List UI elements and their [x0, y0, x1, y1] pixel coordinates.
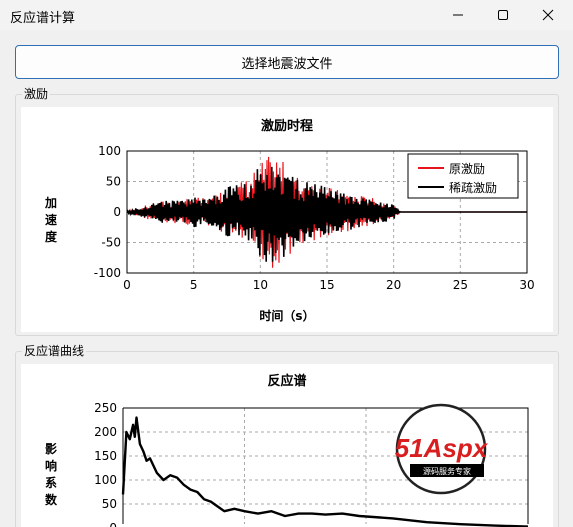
excitation-group: 激励 激励时程 0 5 10 15 20 25 30 100 50 0 -50 -100 原激励 稀疏… [15, 86, 559, 336]
window-title: 反应谱计算 [10, 11, 76, 26]
spectrum-chart: 反应谱 250 200 150 100 50 0 51Aspx 源码服务专家 影响系数 [21, 364, 553, 527]
excitation-xlabel-wrap: 时间（s） [21, 307, 553, 324]
y-tick-label: 100 [98, 144, 121, 158]
y-tick-label: 0 [113, 205, 121, 219]
x-tick-label: 10 [253, 278, 268, 292]
x-tick-label: 5 [190, 278, 198, 292]
y-tick-label: -100 [94, 266, 121, 280]
y-tick-label: 50 [106, 175, 121, 189]
y-tick-label: 250 [94, 401, 117, 415]
excitation-chart-title: 激励时程 [261, 118, 313, 134]
spectrum-tick-labels: 250 200 150 100 50 0 [94, 401, 117, 527]
y-tick-label: 150 [94, 449, 117, 463]
legend-label-original: 原激励 [449, 162, 485, 176]
y-tick-label: 100 [94, 473, 117, 487]
minimize-button[interactable] [435, 0, 481, 30]
legend-label-sparse: 稀疏激励 [449, 180, 497, 195]
x-tick-label: 30 [519, 278, 534, 292]
y-tick-label: 50 [102, 497, 117, 511]
close-icon [542, 9, 554, 21]
maximize-button[interactable] [480, 0, 526, 30]
excitation-xlabel: 时间（s） [259, 309, 315, 323]
watermark-tagline: 源码服务专家 [423, 466, 471, 476]
excitation-legend: 原激励 稀疏激励 [407, 153, 519, 199]
y-tick-label: -50 [101, 236, 121, 250]
maximize-icon [498, 10, 508, 20]
y-tick-label: 200 [94, 425, 117, 439]
watermark-brand: 51Aspx [395, 433, 489, 463]
spectrum-group: 反应谱曲线 反应谱 250 200 150 100 50 0 51Aspx 源码服务专家 … [15, 343, 559, 527]
minimize-icon [453, 14, 463, 16]
excitation-plot: 激励时程 0 5 10 15 20 25 30 100 50 0 -50 -100 原激励 稀疏激励 [94, 118, 535, 292]
x-tick-label: 25 [453, 278, 468, 292]
spectrum-ylabel: 影响系数 [44, 442, 57, 507]
select-seismic-file-label: 选择地震波文件 [241, 56, 333, 72]
select-seismic-file-button[interactable]: 选择地震波文件 [15, 45, 559, 79]
x-tick-label: 20 [386, 278, 401, 292]
close-button[interactable] [525, 0, 571, 30]
excitation-ylabel: 加速度 [44, 196, 57, 244]
title-bar: 反应谱计算 [0, 0, 573, 30]
x-tick-label: 0 [123, 278, 131, 292]
spectrum-plot: 反应谱 250 200 150 100 50 0 51Aspx 源码服务专家 [94, 373, 529, 527]
x-tick-label: 15 [319, 278, 334, 292]
spectrum-chart-title: 反应谱 [267, 373, 306, 389]
spectrum-group-label: 反应谱曲线 [22, 343, 87, 359]
y-tick-label: 0 [109, 521, 117, 527]
excitation-chart: 激励时程 0 5 10 15 20 25 30 100 50 0 -50 -100 原激励 稀疏激励 … [21, 107, 553, 332]
watermark-logo: 51Aspx 源码服务专家 [395, 403, 489, 495]
excitation-group-label: 激励 [22, 86, 51, 102]
